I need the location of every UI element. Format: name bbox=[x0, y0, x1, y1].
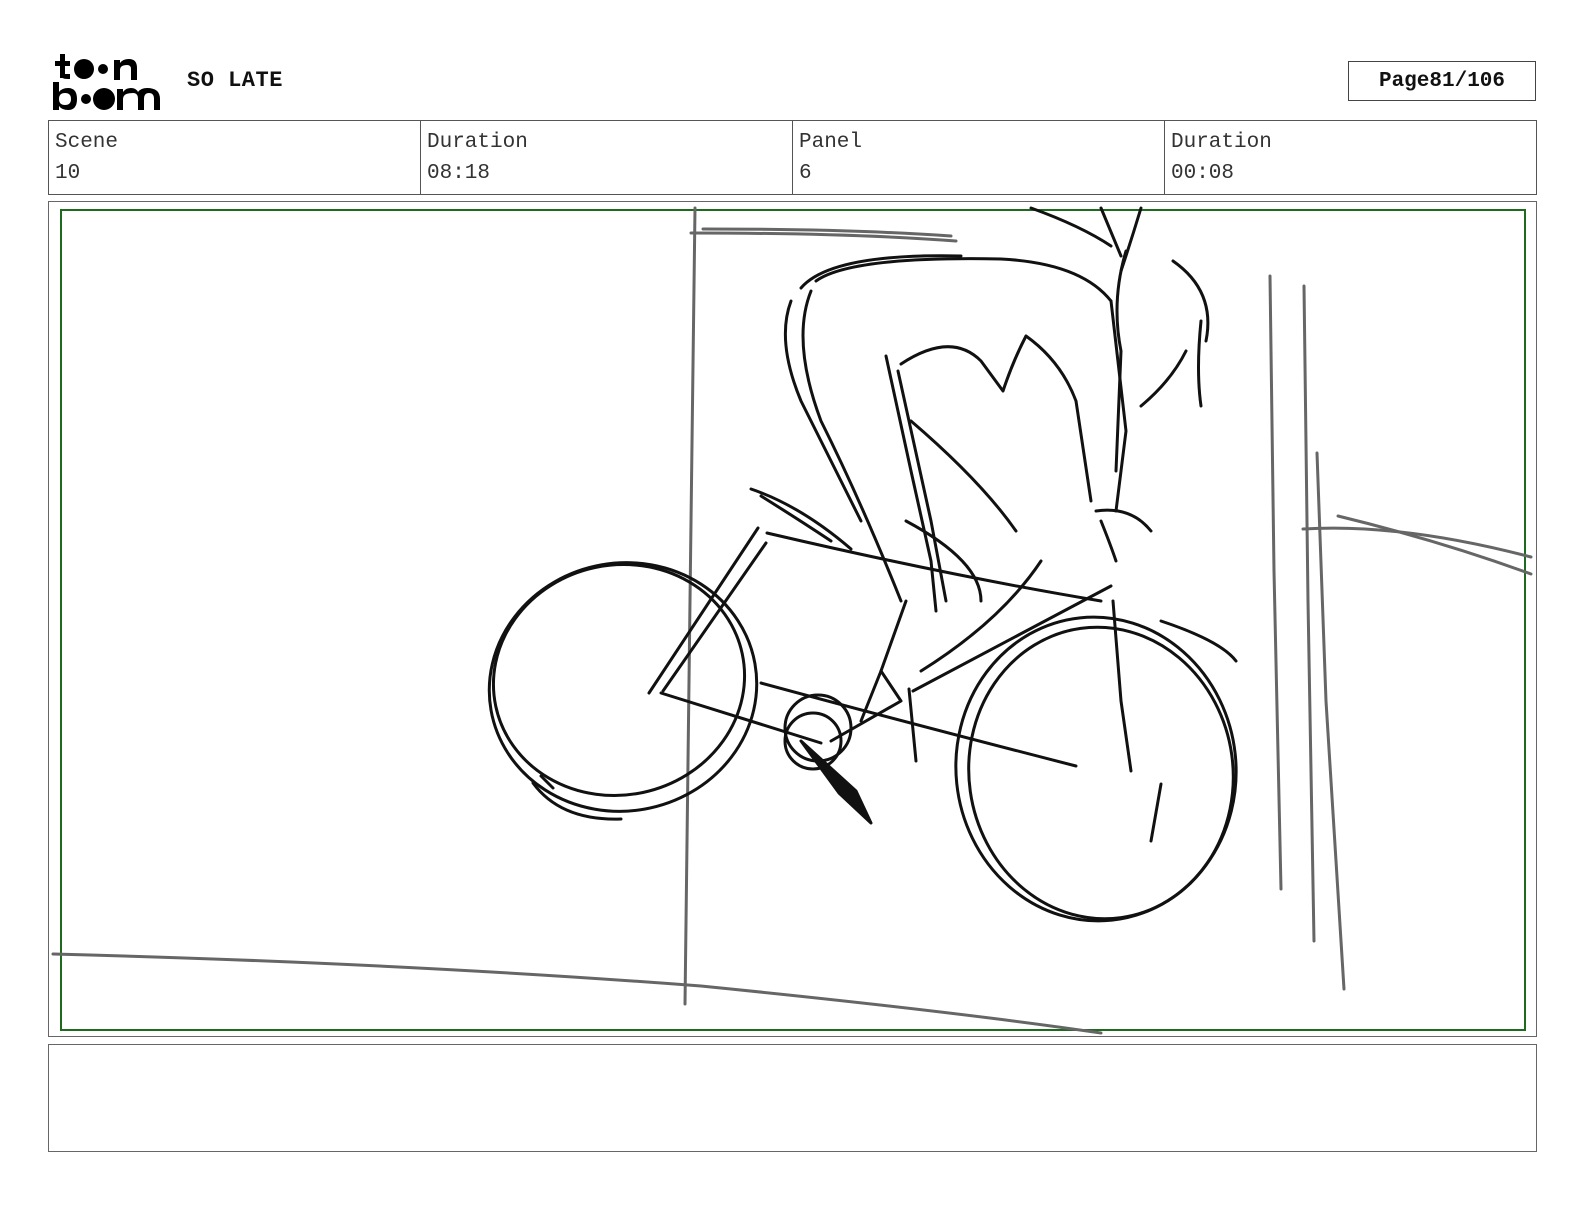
page-number: 81/106 bbox=[1429, 69, 1506, 93]
scene-duration-label: Duration bbox=[427, 131, 528, 154]
panel-duration-value: 00:08 bbox=[1171, 162, 1235, 185]
panel-sketch bbox=[51, 206, 1533, 1035]
panel-notes bbox=[48, 1044, 1537, 1152]
scene-duration-value: 08:18 bbox=[427, 162, 491, 185]
page-indicator: Page 81/106 bbox=[1348, 61, 1536, 101]
toonboom-logo bbox=[52, 52, 164, 112]
project-title: SO LATE bbox=[187, 68, 283, 93]
panel-duration-cell: Duration 00:08 bbox=[1165, 121, 1536, 194]
scene-value: 10 bbox=[55, 162, 81, 185]
scene-label: Scene bbox=[55, 131, 119, 154]
panel-value: 6 bbox=[799, 162, 812, 185]
scene-cell: Scene 10 bbox=[49, 121, 421, 194]
page-label: Page bbox=[1378, 69, 1430, 93]
panel-duration-label: Duration bbox=[1171, 131, 1272, 154]
storyboard-panel bbox=[48, 201, 1537, 1037]
scene-duration-cell: Duration 08:18 bbox=[421, 121, 793, 194]
background-lines bbox=[51, 206, 1533, 1035]
panel-label: Panel bbox=[799, 131, 863, 154]
panel-cell: Panel 6 bbox=[793, 121, 1165, 194]
panel-info-table: Scene 10 Duration 08:18 Panel 6 Duration… bbox=[48, 120, 1537, 195]
cyclist-sketch bbox=[487, 206, 1238, 923]
